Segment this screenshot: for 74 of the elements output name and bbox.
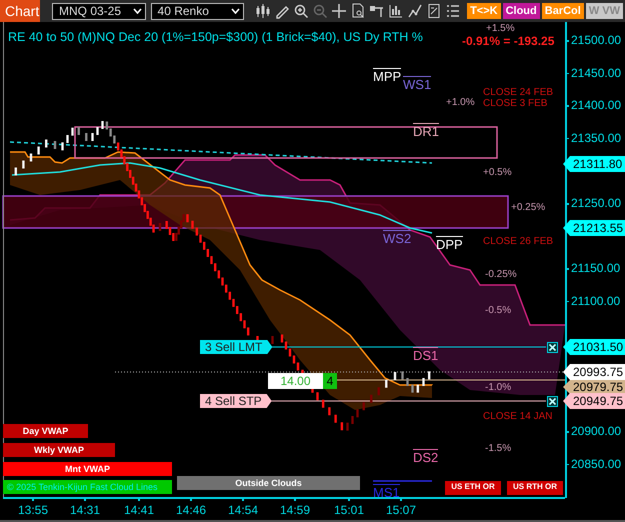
- price-axis-label: 21450.00: [571, 66, 622, 79]
- zoom-in-icon[interactable]: [293, 3, 310, 19]
- data-box-icon[interactable]: [369, 3, 386, 19]
- price-axis-label: 21250.00: [571, 197, 622, 209]
- crosshair-icon[interactable]: [331, 3, 348, 19]
- price-tag: 20993.75: [563, 364, 625, 380]
- price-axis-label: 20850.00: [571, 458, 622, 470]
- price-axis-label: 21100.00: [571, 294, 620, 307]
- time-axis-label: 15:07: [386, 504, 416, 516]
- time-axis-label: 15:01: [334, 504, 364, 516]
- indicator-legend-label: © 2025 Tenkin-Kijun Fast Cloud Lines: [3, 480, 172, 494]
- bar-chart-icon[interactable]: [388, 3, 404, 19]
- price-axis-label: 21500.00: [571, 34, 622, 46]
- percent-level-label: +1.0%: [446, 98, 475, 108]
- indicator-legend-label: Outside Clouds: [177, 476, 360, 490]
- percent-level-label: +0.5%: [483, 168, 512, 178]
- time-axis-label: 14:41: [124, 504, 154, 516]
- pivot-label: DS1: [413, 347, 438, 362]
- pivot-label: DR1: [413, 123, 440, 138]
- chart-title: RE 40 to 50 (M)NQ Dec 20 (1%=150p=$300) (1 Brick=$40), US Dy RTH %: [8, 31, 423, 44]
- document-search-icon[interactable]: [350, 3, 366, 19]
- price-tag: 20949.75: [563, 393, 625, 409]
- percent-level-label: -1.0%: [485, 383, 512, 393]
- time-axis-label: 13:55: [18, 504, 48, 516]
- indicator-legend-label: Day VWAP: [3, 424, 88, 438]
- pivot-label: DPP: [436, 236, 463, 251]
- price-change-label: -0.91% = -193.25: [462, 35, 554, 47]
- position-quantity: 4: [323, 373, 337, 389]
- pivot-label: WS2: [383, 230, 412, 245]
- close-date-label: CLOSE 3 FEB: [483, 99, 548, 109]
- order-tag[interactable]: 4 Sell STP: [200, 394, 272, 408]
- chart-tab[interactable]: Chart: [0, 0, 40, 22]
- percent-level-label: +1.5%: [486, 24, 515, 34]
- close-icon[interactable]: [547, 342, 558, 352]
- price-tag: 20979.75: [563, 380, 625, 394]
- time-axis-label: 14:59: [280, 504, 310, 516]
- indicator-legend-label: Mnt VWAP: [3, 462, 172, 476]
- close-date-label: CLOSE 26 FEB: [483, 237, 554, 247]
- caret-icon: [132, 8, 142, 14]
- price-axis-label: 21150.00: [571, 262, 620, 274]
- price-tag: 21031.50: [563, 339, 625, 355]
- percent-level-label: -0.5%: [485, 306, 512, 316]
- candlestick-icon[interactable]: [255, 3, 272, 19]
- position-pnl: 14.00: [268, 373, 323, 389]
- time-axis-label: 14:54: [228, 504, 258, 516]
- time-axis-label: 14:46: [176, 504, 206, 516]
- percent-level-label: -1.5%: [485, 444, 512, 454]
- pivot-label: MS1: [373, 484, 400, 499]
- caret-icon: [231, 8, 240, 14]
- instrument-select[interactable]: MNQ 03-25: [52, 2, 146, 20]
- pivot-label: MPP: [373, 68, 402, 83]
- indicator-legend-label: Wkly VWAP: [3, 443, 115, 457]
- close-date-label: CLOSE 14 JAN: [483, 412, 552, 422]
- bar-type-select[interactable]: 40 Renko: [150, 2, 244, 20]
- percent-level-label: +0.25%: [511, 203, 546, 213]
- order-tag[interactable]: 3 Sell LMT: [200, 340, 272, 354]
- indicator-toggle-button[interactable]: Cloud: [502, 3, 540, 19]
- price-tag: 21213.55: [563, 220, 625, 236]
- price-axis-label: 21350.00: [571, 132, 622, 144]
- price-axis-label: 20900.00: [571, 425, 622, 438]
- price-axis-label: 21400.00: [571, 99, 622, 112]
- price-tag: 21311.80: [563, 156, 625, 172]
- document-icon[interactable]: [426, 3, 442, 19]
- pivot-label: WS1: [403, 76, 432, 91]
- list-icon[interactable]: [445, 3, 462, 19]
- time-axis-label: 14:31: [70, 504, 100, 516]
- pivot-label: DS2: [413, 449, 438, 464]
- session-label: US RTH OR: [507, 481, 563, 495]
- close-date-label: CLOSE 24 FEB: [483, 88, 554, 98]
- percent-level-label: -0.25%: [485, 270, 517, 280]
- pivot-level-line: [373, 480, 432, 482]
- close-icon[interactable]: [547, 396, 558, 406]
- line-chart-icon[interactable]: [407, 3, 424, 19]
- session-label: US ETH OR: [445, 481, 501, 495]
